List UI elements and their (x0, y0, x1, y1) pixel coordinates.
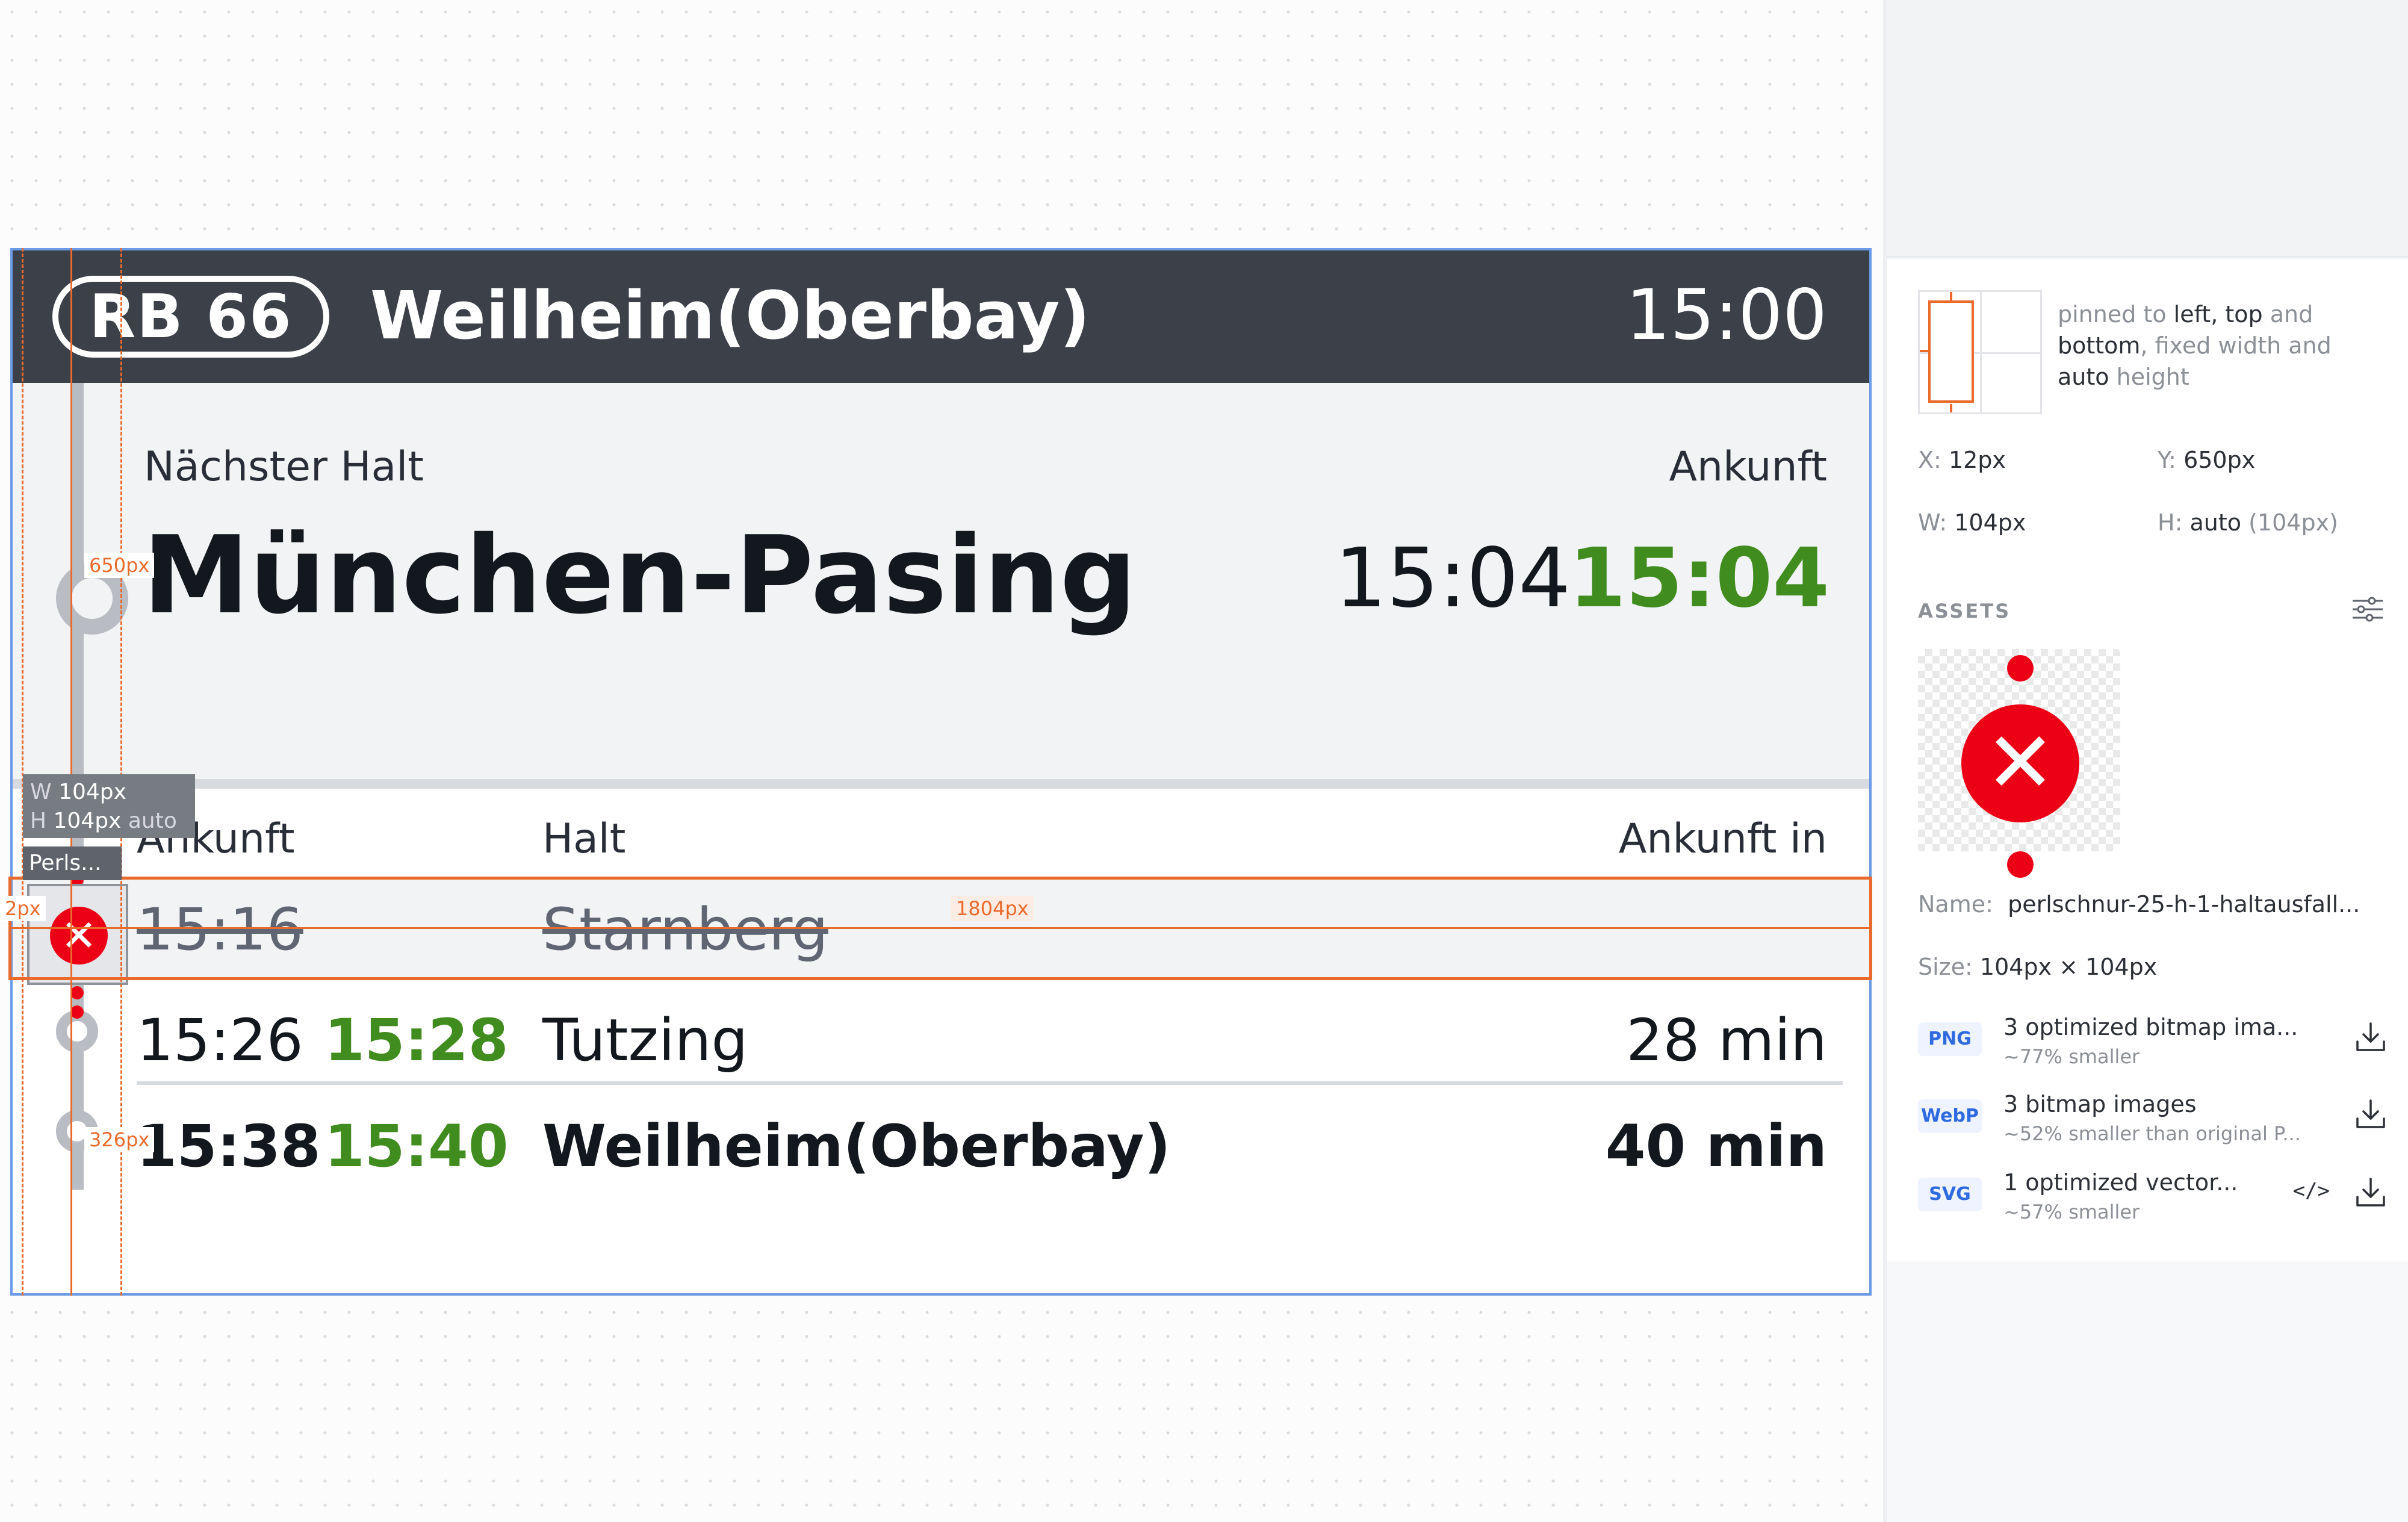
assets-heading: ASSETS (1918, 600, 2011, 623)
display-frame[interactable]: RB 66 Weilheim(Oberbay) 15:00 Nächster H… (10, 248, 1872, 1296)
pin-text-part: pinned to (2058, 301, 2174, 328)
pin-top (1950, 292, 1952, 300)
y-field[interactable]: Y: 650px (2158, 447, 2255, 473)
measure-width-label: 1804px (951, 896, 1034, 921)
left-guide (22, 248, 23, 1296)
measure-bottom-label: 326px (84, 1127, 155, 1152)
settings-sliders-icon[interactable] (2351, 596, 2384, 623)
w-label: W: (1918, 509, 1947, 536)
y-value: 650px (2183, 447, 2256, 473)
export-webp[interactable]: WebP 3 bitmap images ~52% smaller than o… (1918, 1091, 2388, 1157)
pinning-description: pinned to left, top and bottom, fixed wi… (2058, 299, 2359, 393)
asset-name-row: Name: perlschnur-25-h-1-haltausfall... (1918, 891, 2360, 918)
table-row: 15:38 15:40 Weilheim(Oberbay) 40 min (13, 1089, 1869, 1191)
x-field[interactable]: X: 12px (1918, 447, 2006, 473)
next-stop-label: Nächster Halt (144, 443, 424, 491)
asset-dot-bottom (2007, 851, 2034, 878)
asset-preview[interactable]: ✕ (1918, 649, 2120, 878)
h-label: H: (2158, 509, 2183, 536)
export-png[interactable]: PNG 3 optimized bitmap ima... ~77% small… (1918, 1014, 2388, 1080)
row-arrival-in: 28 min (1626, 1007, 1827, 1074)
asset-name-value: perlschnur-25-h-1-haltausfall... (2008, 891, 2360, 918)
header-clock: 15:00 (1625, 275, 1827, 356)
asset-size-label: Size: (1918, 954, 1973, 980)
asset-dot-top (2007, 655, 2034, 682)
row-scheduled-time: 15:26 (137, 1007, 303, 1074)
line-badge: RB 66 (52, 276, 329, 358)
tooltip-w-key: W (30, 780, 52, 804)
tooltip-h-value: 104px (53, 809, 122, 833)
export-title: 3 bitmap images (2003, 1091, 2197, 1117)
column-header: Ankunft Halt Ankunft in (13, 789, 1869, 879)
tooltip-h-key: H (30, 809, 47, 833)
pin-text-part: bottom (2058, 332, 2141, 359)
section-divider (13, 779, 1869, 789)
tooltip-w-value: 104px (58, 780, 126, 804)
arrival-label: Ankunft (1669, 443, 1827, 491)
h-extra: (104px) (2248, 509, 2338, 536)
table-row: 15:26 15:28 Tutzing 28 min (13, 980, 1869, 1089)
dimension-tooltip: W 104px H 104px auto (23, 774, 195, 838)
row-realtime: 15:28 (324, 1007, 509, 1074)
center-guide (70, 248, 72, 1296)
row-stop-name: Weilheim(Oberbay) (542, 1113, 1171, 1180)
pin-box (1928, 300, 1974, 403)
row-realtime: 15:40 (324, 1113, 509, 1180)
pin-text-part: height (2109, 364, 2189, 390)
measure-x-label: 2px (0, 896, 46, 921)
export-subtitle: ~77% smaller (2003, 1045, 2140, 1068)
h-field[interactable]: H: auto (104px) (2158, 509, 2338, 536)
pin-text-part: width (2218, 332, 2282, 359)
next-stop-scheduled-time: 15:04 (1335, 531, 1571, 626)
next-stop-realtime: 15:04 (1569, 531, 1829, 626)
w-field[interactable]: W: 104px (1918, 509, 2026, 536)
pin-text-part: and (2281, 332, 2332, 359)
column-stop: Halt (542, 815, 626, 863)
format-badge: WebP (1918, 1099, 1982, 1133)
pin-text-part: and (2262, 301, 2313, 328)
header-destination: Weilheim(Oberbay) (370, 277, 1090, 354)
export-title: 3 optimized bitmap ima... (2003, 1014, 2298, 1040)
pinning-diagram[interactable] (1918, 290, 2042, 414)
column-arrival-in: Ankunft in (1618, 815, 1827, 863)
y-label: Y: (2158, 447, 2176, 473)
pin-bottom (1950, 404, 1952, 412)
x-label: X: (1918, 447, 1941, 473)
next-stop-name: München-Pasing (143, 513, 1137, 638)
display-header: RB 66 Weilheim(Oberbay) 15:00 (13, 250, 1869, 383)
row-scheduled-time: 15:38 (137, 1113, 321, 1180)
layer-name-chip: Perls... (23, 846, 122, 880)
export-subtitle: ~52% smaller than original P... (2003, 1122, 2301, 1145)
pin-left (1920, 350, 1928, 352)
h-value: auto (2189, 509, 2242, 536)
w-value: 104px (1954, 509, 2026, 536)
measure-y-label: 650px (84, 553, 155, 578)
export-title: 1 optimized vector... (2003, 1169, 2238, 1196)
x-value: 12px (1948, 447, 2006, 473)
connector-dot (70, 986, 84, 999)
export-subtitle: ~57% smaller (2003, 1201, 2140, 1223)
row-stop-name: Tutzing (542, 1007, 748, 1074)
next-stop-panel: Nächster Halt Ankunft München-Pasing 15:… (13, 383, 1869, 779)
code-icon[interactable]: </> (2293, 1179, 2330, 1203)
row-arrival-in: 40 min (1605, 1113, 1827, 1180)
download-icon[interactable] (2354, 1097, 2388, 1131)
pin-text-part: left, top (2173, 301, 2263, 328)
pin-text-part: , fixed (2140, 332, 2218, 359)
asset-size-row: Size: 104px × 104px (1918, 954, 2157, 980)
export-svg[interactable]: SVG 1 optimized vector... ~57% smaller <… (1918, 1169, 2388, 1235)
close-icon: ✕ (1961, 704, 2079, 822)
download-icon[interactable] (2354, 1020, 2388, 1054)
selection-centerline (8, 927, 1872, 929)
tooltip-h-mode: auto (128, 809, 177, 833)
pin-text-part: auto (2058, 364, 2109, 390)
download-icon[interactable] (2354, 1175, 2388, 1209)
inspector-top (1887, 0, 2408, 258)
format-badge: PNG (1918, 1022, 1982, 1056)
asset-name-label: Name: (1918, 891, 1993, 918)
row-divider (137, 1081, 1843, 1085)
asset-size-value: 104px × 104px (1979, 954, 2158, 980)
connector-dot (70, 1005, 84, 1019)
format-badge: SVG (1918, 1178, 1982, 1211)
